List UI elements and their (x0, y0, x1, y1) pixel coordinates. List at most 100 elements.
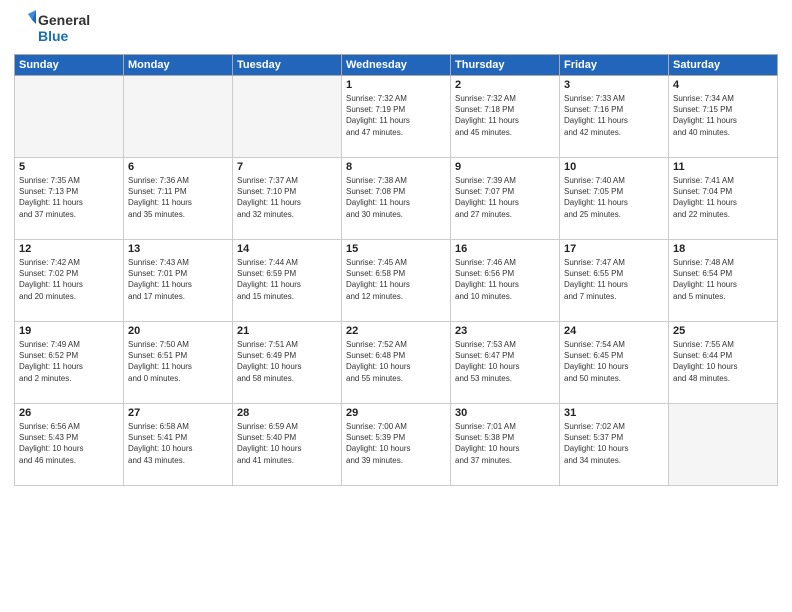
day-info: Sunrise: 7:42 AM Sunset: 7:02 PM Dayligh… (19, 257, 119, 302)
weekday-header-wednesday: Wednesday (342, 55, 451, 76)
day-number: 30 (455, 407, 555, 419)
day-number: 15 (346, 243, 446, 255)
calendar-table: SundayMondayTuesdayWednesdayThursdayFrid… (14, 54, 778, 486)
weekday-header-tuesday: Tuesday (233, 55, 342, 76)
calendar-cell: 25Sunrise: 7:55 AM Sunset: 6:44 PM Dayli… (669, 322, 778, 404)
day-info: Sunrise: 7:52 AM Sunset: 6:48 PM Dayligh… (346, 339, 446, 384)
calendar-cell: 9 Sunrise: 7:39 AM Sunset: 7:07 PM Daylig… (451, 158, 560, 240)
day-info: Sunrise: 6:59 AM Sunset: 5:40 PM Dayligh… (237, 421, 337, 466)
weekday-header-sunday: Sunday (15, 55, 124, 76)
week-row-5: 26Sunrise: 6:56 AM Sunset: 5:43 PM Dayli… (15, 404, 778, 486)
calendar-cell: 5Sunrise: 7:35 AM Sunset: 7:13 PM Daylig… (15, 158, 124, 240)
page: General Blue SundayMondayTuesdayWednesda… (0, 0, 792, 612)
day-info: Sunrise: 7:00 AM Sunset: 5:39 PM Dayligh… (346, 421, 446, 466)
day-info: Sunrise: 6:58 AM Sunset: 5:41 PM Dayligh… (128, 421, 228, 466)
day-number: 14 (237, 243, 337, 255)
day-info: Sunrise: 7:54 AM Sunset: 6:45 PM Dayligh… (564, 339, 664, 384)
day-number: 9 (455, 161, 555, 173)
day-number: 3 (564, 79, 664, 91)
calendar-cell: 16Sunrise: 7:46 AM Sunset: 6:56 PM Dayli… (451, 240, 560, 322)
calendar-cell (233, 76, 342, 158)
day-number: 25 (673, 325, 773, 337)
weekday-header-thursday: Thursday (451, 55, 560, 76)
calendar-cell: 12Sunrise: 7:42 AM Sunset: 7:02 PM Dayli… (15, 240, 124, 322)
day-number: 28 (237, 407, 337, 419)
logo-blue-text: Blue (38, 28, 90, 44)
day-info: Sunrise: 7:43 AM Sunset: 7:01 PM Dayligh… (128, 257, 228, 302)
day-number: 4 (673, 79, 773, 91)
calendar-cell: 10 Sunrise: 7:40 AM Sunset: 7:05 PM Dayli… (560, 158, 669, 240)
logo-bird-icon (14, 10, 36, 46)
day-info: Sunrise: 7:38 AM Sunset: 7:08 PM Dayligh… (346, 175, 446, 220)
calendar-cell: 7 Sunrise: 7:37 AM Sunset: 7:10 PM Daylig… (233, 158, 342, 240)
calendar-cell: 18 Sunrise: 7:48 AM Sunset: 6:54 PM Dayli… (669, 240, 778, 322)
day-number: 23 (455, 325, 555, 337)
day-number: 20 (128, 325, 228, 337)
day-info: Sunrise: 7:49 AM Sunset: 6:52 PM Dayligh… (19, 339, 119, 384)
day-info: Sunrise: 7:34 AM Sunset: 7:15 PM Dayligh… (673, 93, 773, 138)
calendar-cell: 20 Sunrise: 7:50 AM Sunset: 6:51 PM Dayli… (124, 322, 233, 404)
day-number: 22 (346, 325, 446, 337)
day-number: 17 (564, 243, 664, 255)
day-info: Sunrise: 7:39 AM Sunset: 7:07 PM Dayligh… (455, 175, 555, 220)
calendar-cell: 27 Sunrise: 6:58 AM Sunset: 5:41 PM Dayli… (124, 404, 233, 486)
day-info: Sunrise: 7:41 AM Sunset: 7:04 PM Dayligh… (673, 175, 773, 220)
calendar-cell: 26Sunrise: 6:56 AM Sunset: 5:43 PM Dayli… (15, 404, 124, 486)
week-row-1: 1 Sunrise: 7:32 AM Sunset: 7:19 PM Daylig… (15, 76, 778, 158)
day-info: Sunrise: 7:35 AM Sunset: 7:13 PM Dayligh… (19, 175, 119, 220)
day-number: 31 (564, 407, 664, 419)
day-number: 6 (128, 161, 228, 173)
calendar-cell: 15 Sunrise: 7:45 AM Sunset: 6:58 PM Dayli… (342, 240, 451, 322)
calendar-cell: 30 Sunrise: 7:01 AM Sunset: 5:38 PM Dayli… (451, 404, 560, 486)
calendar-cell: 23 Sunrise: 7:53 AM Sunset: 6:47 PM Dayli… (451, 322, 560, 404)
day-info: Sunrise: 7:50 AM Sunset: 6:51 PM Dayligh… (128, 339, 228, 384)
day-info: Sunrise: 7:36 AM Sunset: 7:11 PM Dayligh… (128, 175, 228, 220)
day-info: Sunrise: 7:37 AM Sunset: 7:10 PM Dayligh… (237, 175, 337, 220)
day-number: 27 (128, 407, 228, 419)
day-number: 2 (455, 79, 555, 91)
day-info: Sunrise: 7:40 AM Sunset: 7:05 PM Dayligh… (564, 175, 664, 220)
day-number: 7 (237, 161, 337, 173)
day-info: Sunrise: 7:32 AM Sunset: 7:19 PM Dayligh… (346, 93, 446, 138)
calendar-cell: 4 Sunrise: 7:34 AM Sunset: 7:15 PM Daylig… (669, 76, 778, 158)
day-number: 8 (346, 161, 446, 173)
day-number: 18 (673, 243, 773, 255)
day-number: 19 (19, 325, 119, 337)
day-number: 26 (19, 407, 119, 419)
day-info: Sunrise: 7:45 AM Sunset: 6:58 PM Dayligh… (346, 257, 446, 302)
calendar-cell (15, 76, 124, 158)
day-info: Sunrise: 7:46 AM Sunset: 6:56 PM Dayligh… (455, 257, 555, 302)
week-row-3: 12Sunrise: 7:42 AM Sunset: 7:02 PM Dayli… (15, 240, 778, 322)
day-info: Sunrise: 7:48 AM Sunset: 6:54 PM Dayligh… (673, 257, 773, 302)
day-number: 24 (564, 325, 664, 337)
calendar-cell: 1 Sunrise: 7:32 AM Sunset: 7:19 PM Daylig… (342, 76, 451, 158)
weekday-header-friday: Friday (560, 55, 669, 76)
calendar-cell: 22 Sunrise: 7:52 AM Sunset: 6:48 PM Dayli… (342, 322, 451, 404)
day-number: 10 (564, 161, 664, 173)
calendar-cell: 11Sunrise: 7:41 AM Sunset: 7:04 PM Dayli… (669, 158, 778, 240)
day-info: Sunrise: 7:47 AM Sunset: 6:55 PM Dayligh… (564, 257, 664, 302)
calendar-cell: 14Sunrise: 7:44 AM Sunset: 6:59 PM Dayli… (233, 240, 342, 322)
calendar-cell (669, 404, 778, 486)
calendar-cell: 13 Sunrise: 7:43 AM Sunset: 7:01 PM Dayli… (124, 240, 233, 322)
day-number: 1 (346, 79, 446, 91)
calendar-cell: 2 Sunrise: 7:32 AM Sunset: 7:18 PM Daylig… (451, 76, 560, 158)
calendar-cell: 28 Sunrise: 6:59 AM Sunset: 5:40 PM Dayli… (233, 404, 342, 486)
logo-general-text: General (38, 12, 90, 28)
day-info: Sunrise: 7:51 AM Sunset: 6:49 PM Dayligh… (237, 339, 337, 384)
day-info: Sunrise: 7:01 AM Sunset: 5:38 PM Dayligh… (455, 421, 555, 466)
calendar-cell: 29 Sunrise: 7:00 AM Sunset: 5:39 PM Dayli… (342, 404, 451, 486)
header: General Blue (14, 10, 778, 46)
day-info: Sunrise: 7:53 AM Sunset: 6:47 PM Dayligh… (455, 339, 555, 384)
calendar-cell: 19 Sunrise: 7:49 AM Sunset: 6:52 PM Dayli… (15, 322, 124, 404)
calendar-cell: 31Sunrise: 7:02 AM Sunset: 5:37 PM Dayli… (560, 404, 669, 486)
weekday-header-saturday: Saturday (669, 55, 778, 76)
calendar-cell: 17 Sunrise: 7:47 AM Sunset: 6:55 PM Dayli… (560, 240, 669, 322)
calendar-cell: 8 Sunrise: 7:38 AM Sunset: 7:08 PM Daylig… (342, 158, 451, 240)
day-number: 29 (346, 407, 446, 419)
calendar-cell: 6 Sunrise: 7:36 AM Sunset: 7:11 PM Daylig… (124, 158, 233, 240)
day-info: Sunrise: 7:32 AM Sunset: 7:18 PM Dayligh… (455, 93, 555, 138)
header-row: SundayMondayTuesdayWednesdayThursdayFrid… (15, 55, 778, 76)
day-number: 13 (128, 243, 228, 255)
calendar-cell: 24 Sunrise: 7:54 AM Sunset: 6:45 PM Dayli… (560, 322, 669, 404)
